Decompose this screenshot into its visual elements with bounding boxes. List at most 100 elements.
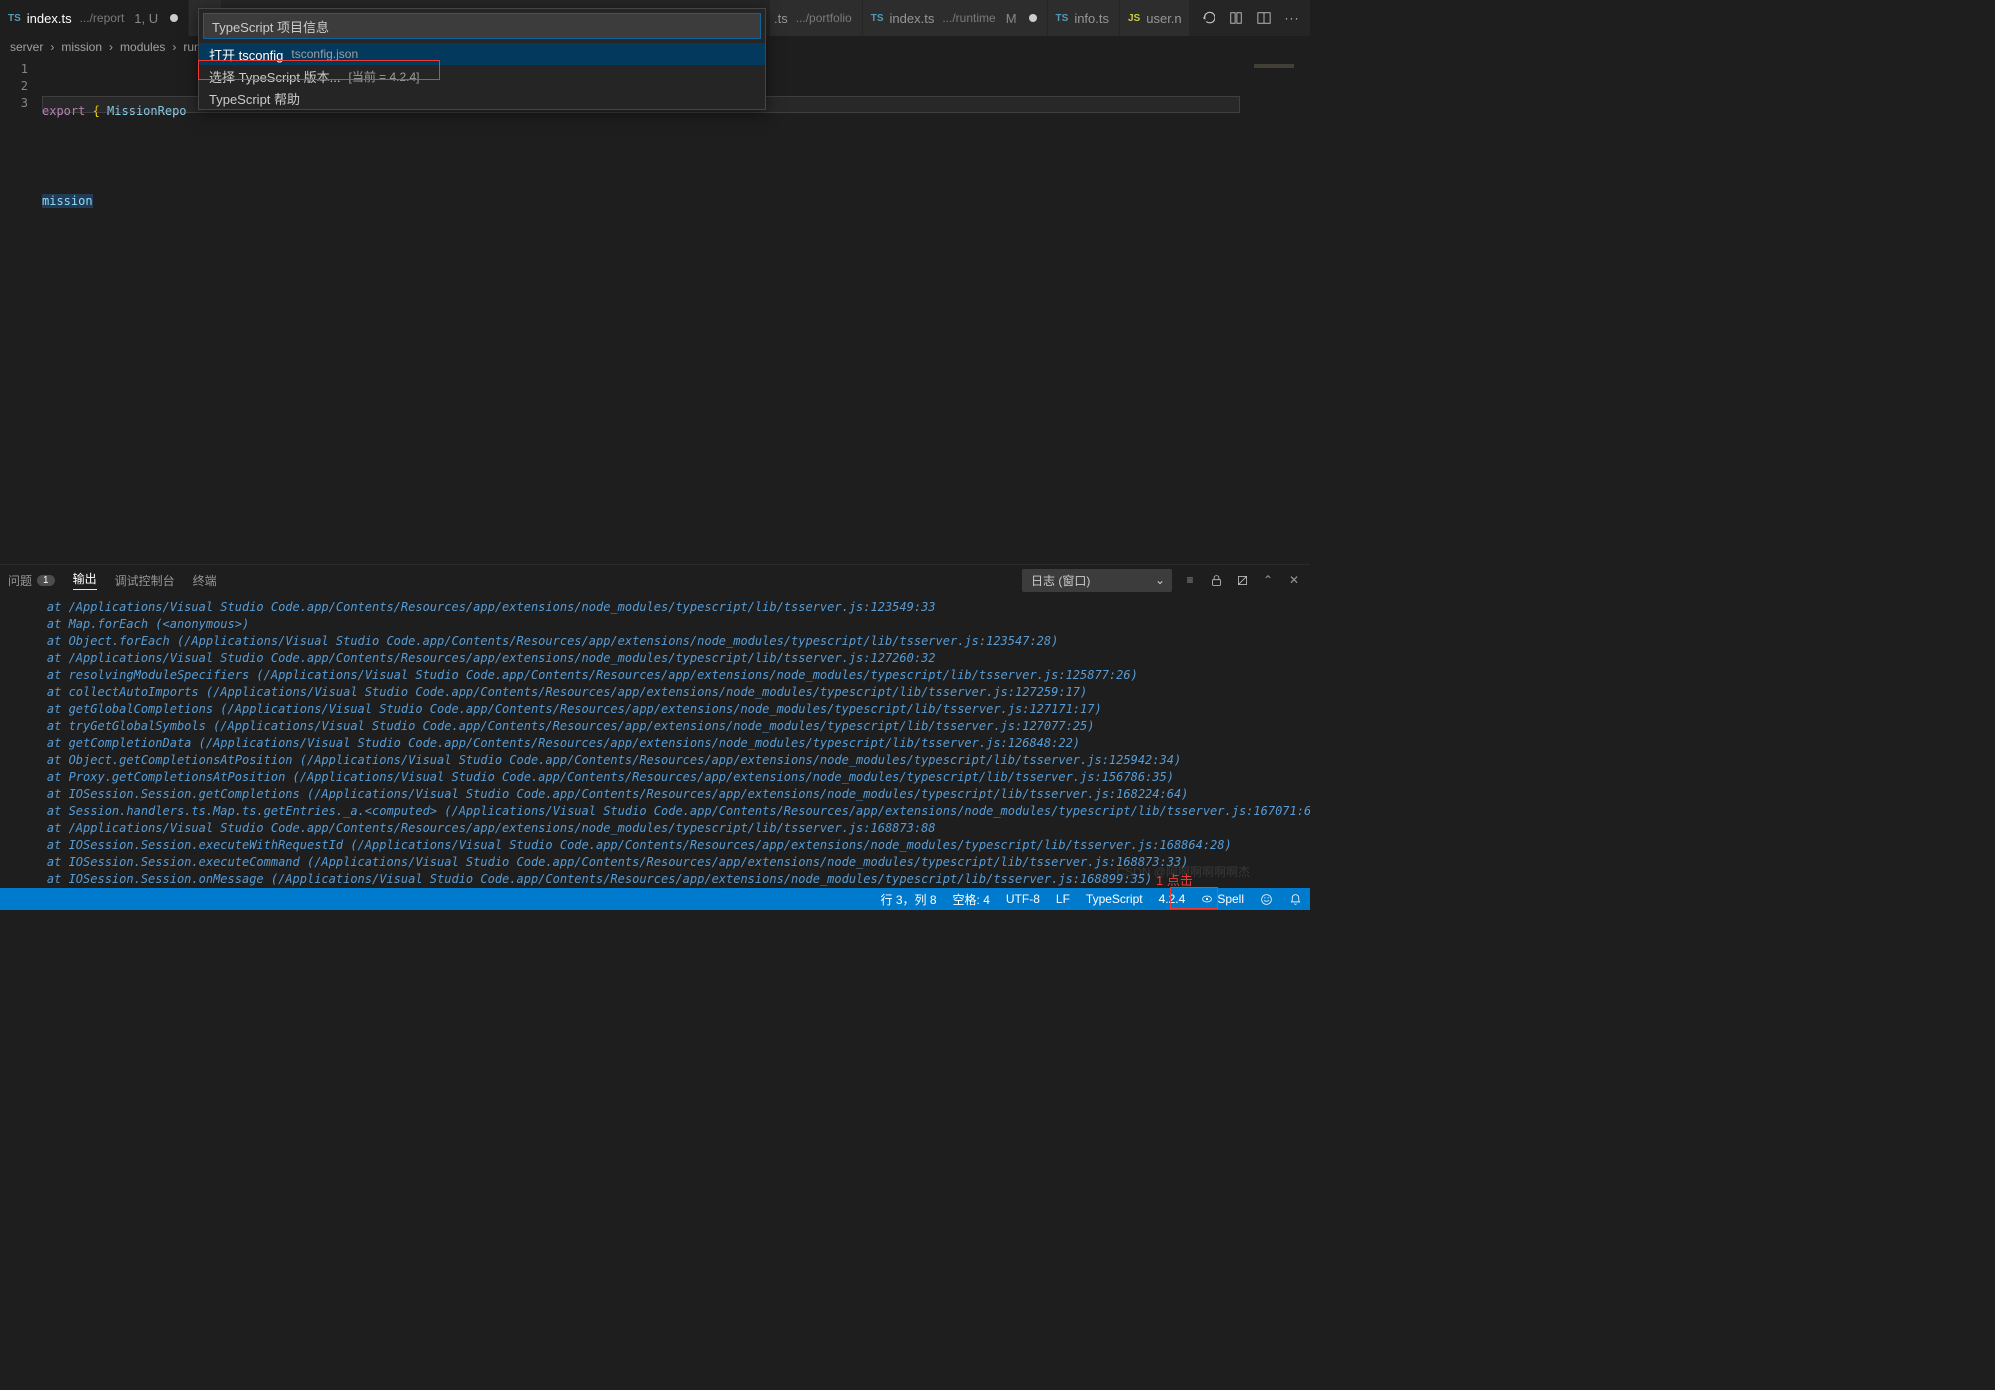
tab-path: .../report	[80, 11, 125, 25]
js-icon: JS	[1128, 13, 1140, 24]
status-spellcheck[interactable]: Spell	[1193, 888, 1252, 910]
placeholder: TypeScript 项目信息	[212, 17, 329, 36]
qi-label: 打开 tsconfig	[209, 45, 283, 64]
chevron-down-icon: ⌄	[1155, 573, 1165, 587]
panel-tab-output[interactable]: 输出	[73, 570, 97, 590]
output-line: at getGlobalCompletions (/Applications/V…	[18, 701, 1310, 718]
panel-tab-debug[interactable]: 调试控制台	[115, 572, 175, 589]
pt-label: 终端	[193, 572, 217, 589]
tab-status: 1, U	[134, 11, 158, 26]
breadcrumb-segment[interactable]: mission	[61, 40, 102, 54]
output-line: at Object.forEach (/Applications/Visual …	[18, 633, 1310, 650]
pt-label: 问题	[8, 572, 32, 589]
tab-label: .ts	[774, 11, 788, 26]
output-line: at tryGetGlobalSymbols (/Applications/Vi…	[18, 718, 1310, 735]
tab-index-runtime[interactable]: TS index.ts .../runtime M	[863, 0, 1048, 36]
quick-input-textbox[interactable]: TypeScript 项目信息	[203, 13, 761, 39]
line-number: 3	[0, 96, 42, 113]
output-line: at IOSession.Session.executeCommand (/Ap…	[18, 854, 1310, 871]
tab-label: user.n	[1146, 11, 1181, 26]
status-ts-version[interactable]: 4.2.4	[1151, 888, 1194, 910]
output-line: at /Applications/Visual Studio Code.app/…	[18, 650, 1310, 667]
list-icon[interactable]: ≡	[1182, 572, 1198, 588]
output-line: at IOSession.Session.getCompletions (/Ap…	[18, 786, 1310, 803]
minimap-mark	[1254, 64, 1294, 68]
spell-label: Spell	[1217, 892, 1244, 906]
undo-icon[interactable]	[1200, 10, 1216, 26]
editor[interactable]: 1 2 3 export { MissionRepo mission	[0, 58, 1310, 564]
status-linecol[interactable]: 行 3，列 8	[873, 888, 945, 910]
tab-info[interactable]: TS info.ts	[1048, 0, 1120, 36]
log-channel-select[interactable]: 日志 (窗口) ⌄	[1022, 569, 1172, 592]
code-area[interactable]: export { MissionRepo mission	[42, 58, 1250, 564]
output-line: at Proxy.getCompletionsAtPosition (/Appl…	[18, 769, 1310, 786]
status-encoding[interactable]: UTF-8	[998, 888, 1048, 910]
chevron-right-icon: ›	[109, 40, 113, 54]
tab-label: index.ts	[890, 11, 935, 26]
tab-actions: ···	[1190, 0, 1310, 36]
minimap[interactable]	[1250, 58, 1310, 564]
ts-icon: TS	[871, 13, 884, 24]
qi-detail: [当前 = 4.2.4]	[348, 68, 419, 85]
ts-icon: TS	[8, 13, 21, 24]
output-line: at Session.handlers.ts.Map.ts.getEntries…	[18, 803, 1310, 820]
dirty-dot-icon	[170, 14, 178, 22]
tab-label: info.ts	[1074, 11, 1109, 26]
panel-tabs: 问题 1 输出 调试控制台 终端 日志 (窗口) ⌄ ≡ ⌃ ✕	[0, 564, 1310, 595]
diff-icon[interactable]	[1228, 10, 1244, 26]
more-icon[interactable]: ···	[1284, 10, 1300, 26]
split-icon[interactable]	[1256, 10, 1272, 26]
tab-portfolio[interactable]: .ts .../portfolio	[770, 0, 863, 36]
selected-text: mission	[42, 194, 93, 208]
breadcrumb-segment[interactable]: server	[10, 40, 43, 54]
output-line: at /Applications/Visual Studio Code.app/…	[18, 820, 1310, 837]
chevron-right-icon: ›	[50, 40, 54, 54]
line-gutter: 1 2 3	[0, 58, 42, 564]
status-language[interactable]: TypeScript	[1078, 888, 1151, 910]
status-notifications[interactable]	[1281, 888, 1310, 910]
output-line: at IOSession.Session.executeWithRequestI…	[18, 837, 1310, 854]
qi-label: 选择 TypeScript 版本...	[209, 67, 340, 86]
output-panel[interactable]: at /Applications/Visual Studio Code.app/…	[0, 595, 1310, 895]
tab-index-report[interactable]: TS index.ts .../report 1, U	[0, 0, 189, 36]
output-line: at /Applications/Visual Studio Code.app/…	[18, 599, 1310, 616]
output-line: at collectAutoImports (/Applications/Vis…	[18, 684, 1310, 701]
output-line: at getCompletionData (/Applications/Visu…	[18, 735, 1310, 752]
panel-tab-terminal[interactable]: 终端	[193, 572, 217, 589]
problems-badge: 1	[37, 575, 55, 586]
smile-icon	[1260, 893, 1273, 906]
status-spaces[interactable]: 空格: 4	[945, 888, 998, 910]
output-line: at IOSession.Session.onMessage (/Applica…	[18, 871, 1310, 888]
status-eol[interactable]: LF	[1048, 888, 1078, 910]
quick-input-item-ts-help[interactable]: TypeScript 帮助	[199, 87, 765, 109]
eye-icon	[1201, 893, 1213, 905]
pt-label: 调试控制台	[115, 572, 175, 589]
tab-user[interactable]: JS user.n	[1120, 0, 1190, 36]
tab-status: M	[1006, 11, 1017, 26]
log-select-label: 日志 (窗口)	[1031, 574, 1090, 588]
status-feedback[interactable]	[1252, 888, 1281, 910]
panel-tab-problems[interactable]: 问题 1	[8, 572, 55, 589]
status-bar: 行 3，列 8 空格: 4 UTF-8 LF TypeScript 4.2.4 …	[0, 888, 1310, 910]
qi-detail: tsconfig.json	[291, 47, 358, 61]
lock-icon[interactable]	[1208, 572, 1224, 588]
dirty-dot-icon	[1029, 14, 1037, 22]
output-line: at Map.forEach (<anonymous>)	[18, 616, 1310, 633]
close-icon[interactable]: ✕	[1286, 572, 1302, 588]
tab-label: index.ts	[27, 11, 72, 26]
tab-path: .../runtime	[942, 11, 995, 25]
qi-label: TypeScript 帮助	[209, 89, 300, 108]
tab-path: .../portfolio	[796, 11, 852, 25]
bell-icon	[1289, 893, 1302, 906]
clear-icon[interactable]	[1234, 572, 1250, 588]
line-number: 2	[0, 79, 42, 96]
chevron-up-icon[interactable]: ⌃	[1260, 572, 1276, 588]
line-number: 1	[0, 62, 42, 79]
chevron-right-icon: ›	[172, 40, 176, 54]
quick-input-item-open-tsconfig[interactable]: 打开 tsconfig tsconfig.json	[199, 43, 765, 65]
quick-input-item-select-ts-version[interactable]: 选择 TypeScript 版本... [当前 = 4.2.4]	[199, 65, 765, 87]
output-line: at Object.getCompletionsAtPosition (/App…	[18, 752, 1310, 769]
pt-label: 输出	[73, 570, 97, 587]
ts-icon: TS	[1056, 13, 1069, 24]
breadcrumb-segment[interactable]: modules	[120, 40, 165, 54]
